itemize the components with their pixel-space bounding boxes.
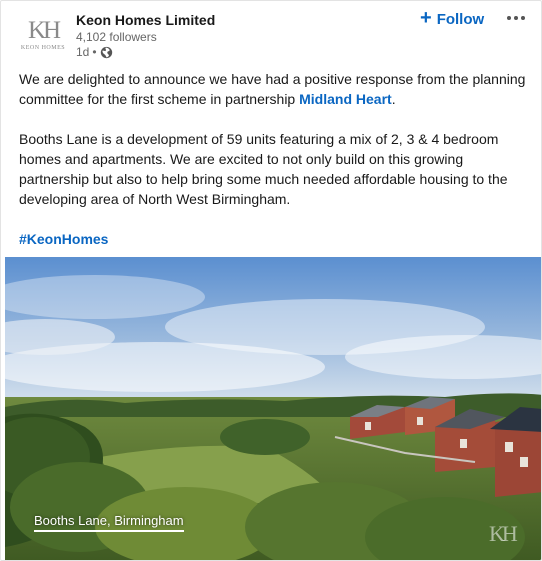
globe-icon <box>100 46 113 59</box>
mention-link[interactable]: Midland Heart <box>299 91 392 107</box>
meta-separator: • <box>92 45 97 59</box>
post-time: 1d <box>76 45 90 59</box>
follow-label: Follow <box>436 10 485 28</box>
post-meta: 1d • <box>76 45 113 59</box>
post-paragraph-1: We are delighted to announce we have had… <box>19 71 526 107</box>
follower-count: 4,102 followers <box>76 30 157 44</box>
more-options-button[interactable] <box>501 7 531 29</box>
company-logo[interactable]: KH KEON HOMES <box>18 12 68 56</box>
image-caption: Booths Lane, Birmingham <box>34 513 184 532</box>
logo-subtitle: KEON HOMES <box>20 44 66 51</box>
author-name[interactable]: Keon Homes Limited <box>76 12 215 28</box>
plus-icon: + <box>420 7 432 29</box>
follow-button[interactable]: + Follow <box>420 8 484 30</box>
post-card: KH KEON HOMES Keon Homes Limited 4,102 f… <box>0 0 542 561</box>
post-body: We are delighted to announce we have had… <box>19 69 529 269</box>
more-horizontal-icon <box>507 16 511 20</box>
hashtag-link[interactable]: #KeonHomes <box>19 231 108 247</box>
post-paragraph-2: Booths Lane is a development of 59 units… <box>19 131 508 207</box>
logo-mark: KH <box>27 16 61 44</box>
post-header: KH KEON HOMES Keon Homes Limited 4,102 f… <box>1 1 541 69</box>
watermark-logo: KH <box>489 521 518 546</box>
